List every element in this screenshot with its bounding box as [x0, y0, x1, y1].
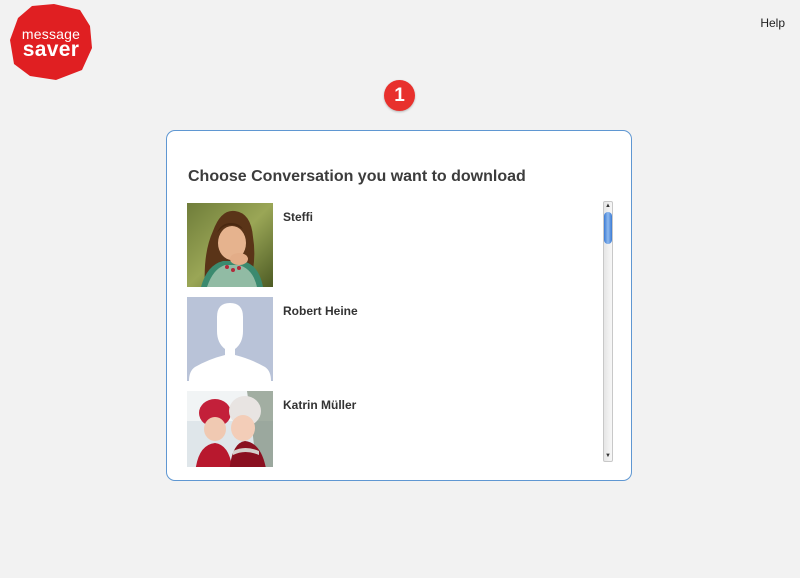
logo-text-saver: saver: [22, 38, 80, 61]
step-number-badge: 1: [384, 80, 415, 111]
scroll-up-arrow-icon[interactable]: ▲: [604, 202, 612, 211]
conversation-list-scrollbar[interactable]: ▲ ▼: [603, 201, 613, 462]
conversation-item-steffi[interactable]: Steffi: [187, 203, 577, 297]
conversation-item-katrin-mueller[interactable]: Katrin Müller: [187, 391, 577, 467]
conversation-name: Robert Heine: [283, 304, 358, 318]
avatar-katrin-mueller: [187, 391, 273, 467]
avatar-steffi: [187, 203, 273, 287]
default-profile-silhouette-icon: [187, 297, 273, 381]
scrollbar-thumb[interactable]: [604, 212, 612, 244]
avatar-robert-heine: [187, 297, 273, 381]
conversation-name: Katrin Müller: [283, 398, 357, 412]
conversation-item-robert-heine[interactable]: Robert Heine: [187, 297, 577, 391]
message-saver-logo: message saver: [10, 4, 92, 80]
scroll-down-arrow-icon[interactable]: ▼: [604, 452, 612, 461]
panel-title: Choose Conversation you want to download: [188, 168, 526, 185]
help-link[interactable]: Help: [760, 16, 785, 30]
conversation-name: Steffi: [283, 210, 313, 224]
conversation-chooser-panel: Choose Conversation you want to download: [166, 130, 632, 481]
conversation-list: Steffi Robert Heine Katrin Müller: [187, 203, 577, 467]
